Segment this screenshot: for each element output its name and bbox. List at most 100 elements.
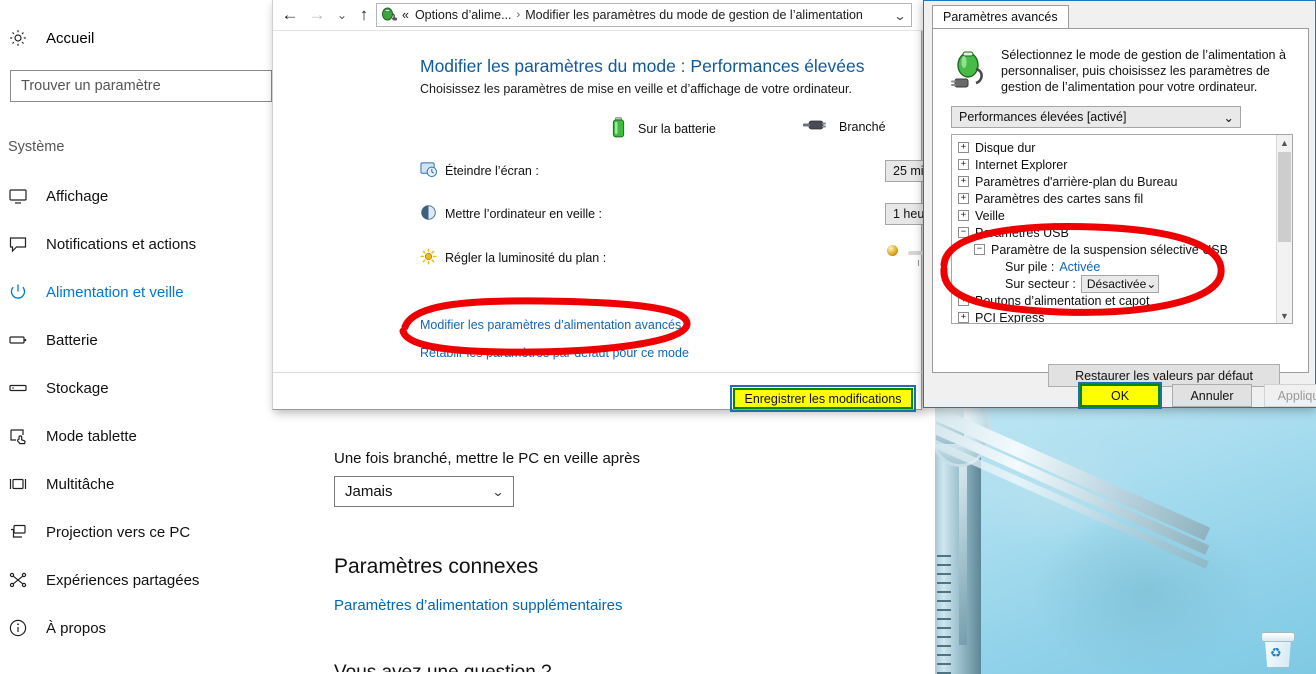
- tree-toggle-expand-icon[interactable]: +: [958, 312, 969, 323]
- tablet-hand-icon: [8, 426, 28, 446]
- tree-toggle-expand-icon[interactable]: +: [958, 176, 969, 187]
- tree-row[interactable]: − Paramètre de la suspension sélective US…: [958, 241, 1268, 258]
- tree-toggle-expand-icon[interactable]: +: [958, 210, 969, 221]
- power-icon: [8, 282, 28, 302]
- page-subtitle: Choisissez les paramètres de mise en vei…: [420, 82, 852, 96]
- column-header-battery-label: Sur la batterie: [638, 122, 716, 136]
- sidebar-item-affichage[interactable]: Affichage: [0, 172, 272, 220]
- screen-clock-icon: [420, 161, 437, 178]
- tree-row-label: Disque dur: [975, 140, 1036, 155]
- tree-row-label: Paramètres des cartes sans fil: [975, 191, 1144, 206]
- sidebar-item-exp-riences-partag-es[interactable]: Expériences partagées: [0, 556, 272, 604]
- tree-row[interactable]: + Veille: [958, 207, 1268, 224]
- settings-sidebar: Accueil Système Affichage Notifications e…: [0, 0, 272, 674]
- breadcrumb[interactable]: « Options d’alime... › Modifier les para…: [376, 3, 912, 27]
- chevron-down-icon[interactable]: ⌄: [893, 9, 906, 23]
- tree-row[interactable]: Sur pile : Activée: [958, 258, 1268, 275]
- recycle-bin-icon[interactable]: ♻: [1260, 630, 1295, 668]
- cancel-button-label: Annuler: [1190, 388, 1234, 403]
- usb-selective-suspend-ac-dropdown[interactable]: Désactivée ⌄: [1080, 274, 1159, 293]
- save-changes-button[interactable]: Enregistrer les modifications: [733, 388, 913, 409]
- row-label-brightness: Régler la luminosité du plan :: [445, 251, 607, 265]
- ok-button[interactable]: OK: [1080, 384, 1160, 407]
- tree-row[interactable]: + PCI Express: [958, 309, 1268, 324]
- tree-toggle-expand-icon[interactable]: +: [958, 295, 969, 306]
- sidebar-item-stockage[interactable]: Stockage: [0, 364, 272, 412]
- breadcrumb-root[interactable]: Options d’alime...: [415, 8, 512, 22]
- dialog-tabstrip: Paramètres avancés: [932, 5, 1309, 29]
- additional-power-settings-link[interactable]: Paramètres d’alimentation supplémentaire…: [334, 597, 622, 614]
- scroll-down-icon[interactable]: ▼: [1277, 308, 1292, 323]
- back-button[interactable]: ←: [279, 4, 301, 26]
- advanced-power-settings-link[interactable]: Modifier les paramètres d’alimentation a…: [420, 318, 681, 332]
- restore-defaults-label: Rétablir les paramètres par défaut pour …: [420, 346, 689, 360]
- info-icon: [8, 618, 28, 638]
- up-button[interactable]: ↑: [353, 4, 375, 26]
- sidebar-item-batterie[interactable]: Batterie: [0, 316, 272, 364]
- tree-row[interactable]: Sur secteur : Désactivée ⌄: [958, 274, 1268, 293]
- tree-row-label: PCI Express: [975, 310, 1045, 324]
- tree-toggle-collapse-icon[interactable]: −: [958, 227, 969, 238]
- sidebar-item-home[interactable]: Accueil: [8, 24, 94, 52]
- question-heading-cut: Vous avez une question ?: [334, 662, 552, 672]
- sidebar-item-propos[interactable]: À propos: [0, 604, 272, 652]
- settings-tree[interactable]: + Disque dur + Internet Explorer + Paramètres…: [951, 134, 1293, 324]
- tree-toggle-collapse-icon[interactable]: −: [974, 244, 985, 255]
- sidebar-nav-list: Affichage Notifications et actions Aliment…: [0, 172, 272, 652]
- brightness-icon: [420, 248, 437, 265]
- tree-row[interactable]: + Paramètres des cartes sans fil: [958, 190, 1268, 207]
- drive-icon: [8, 378, 28, 398]
- tab-advanced-settings[interactable]: Paramètres avancés: [932, 5, 1069, 29]
- restore-defaults-link[interactable]: Rétablir les paramètres par défaut pour …: [420, 346, 689, 360]
- share-icon: [8, 570, 28, 590]
- tree-row[interactable]: + Paramètres d'arrière-plan du Bureau: [958, 173, 1268, 190]
- tree-row[interactable]: − Paramètres USB: [958, 224, 1268, 241]
- scroll-up-icon[interactable]: ▲: [1277, 135, 1292, 150]
- tree-toggle-expand-icon[interactable]: +: [958, 142, 969, 153]
- breadcrumb-separator: ›: [516, 9, 521, 21]
- tab-advanced-settings-label: Paramètres avancés: [943, 10, 1058, 24]
- related-settings-heading: Paramètres connexes: [334, 555, 539, 578]
- tree-row-label: Paramètre de la suspension sélective USB: [991, 242, 1228, 257]
- sidebar-item-mode-tablette[interactable]: Mode tablette: [0, 412, 272, 460]
- tree-row[interactable]: + Internet Explorer: [958, 156, 1268, 173]
- settings-tree-rows: + Disque dur + Internet Explorer + Paramètres…: [958, 139, 1268, 324]
- tree-row[interactable]: + Disque dur: [958, 139, 1268, 156]
- tree-row-label: Sur secteur :: [1005, 276, 1076, 291]
- dialog-body: Sélectionnez le mode de gestion de l’ali…: [932, 28, 1309, 387]
- breadcrumb-chevrons[interactable]: «: [402, 8, 409, 22]
- restore-defaults-button-label: Restaurer les valeurs par défaut: [1075, 368, 1253, 383]
- plugged-sleep-dropdown[interactable]: Jamais ⌄: [334, 476, 514, 507]
- sidebar-item-alimentation-et-veille[interactable]: Alimentation et veille: [0, 268, 272, 316]
- recent-pages-button[interactable]: ⌄: [331, 4, 353, 26]
- tree-toggle-expand-icon[interactable]: +: [958, 159, 969, 170]
- cancel-button[interactable]: Annuler: [1172, 384, 1252, 407]
- tree-scrollbar[interactable]: ▲ ▼: [1276, 135, 1292, 323]
- forward-button[interactable]: →: [306, 4, 328, 26]
- power-plan-value: Performances élevées [activé]: [959, 110, 1127, 124]
- sidebar-item-multit-che[interactable]: Multitâche: [0, 460, 272, 508]
- tree-row[interactable]: + Boutons d’alimentation et capot: [958, 292, 1268, 309]
- search-input[interactable]: [11, 71, 271, 101]
- page-title: Modifier les paramètres du mode : Perfor…: [420, 56, 865, 76]
- tree-row-label: Boutons d’alimentation et capot: [975, 293, 1150, 308]
- sidebar-item-label: Affichage: [46, 187, 109, 205]
- tree-row-label: Paramètres d'arrière-plan du Bureau: [975, 174, 1178, 189]
- sidebar-item-projection-vers-ce-pc[interactable]: Projection vers ce PC: [0, 508, 272, 556]
- sidebar-item-label: Mode tablette: [46, 427, 137, 445]
- power-plan-dropdown[interactable]: Performances élevées [activé] ⌄: [951, 106, 1241, 128]
- advanced-power-settings-label: Modifier les paramètres d’alimentation a…: [420, 318, 682, 332]
- sidebar-item-label: Alimentation et veille: [46, 283, 184, 301]
- sidebar-item-notifications-et-actions[interactable]: Notifications et actions: [0, 220, 272, 268]
- gear-icon: [8, 28, 28, 48]
- breadcrumb-current[interactable]: Modifier les paramètres du mode de gesti…: [525, 8, 863, 22]
- dialog-description: Sélectionnez le mode de gestion de l’ali…: [1001, 48, 1286, 94]
- scrollbar-thumb[interactable]: [1278, 152, 1291, 242]
- sidebar-item-label: Notifications et actions: [46, 235, 197, 253]
- ok-button-label: OK: [1110, 388, 1130, 403]
- column-header-battery: Sur la batterie: [611, 117, 716, 141]
- tree-row-label: Internet Explorer: [975, 157, 1068, 172]
- tree-toggle-expand-icon[interactable]: +: [958, 193, 969, 204]
- tree-row-value-link[interactable]: Activée: [1059, 260, 1100, 274]
- search-box[interactable]: [10, 70, 272, 102]
